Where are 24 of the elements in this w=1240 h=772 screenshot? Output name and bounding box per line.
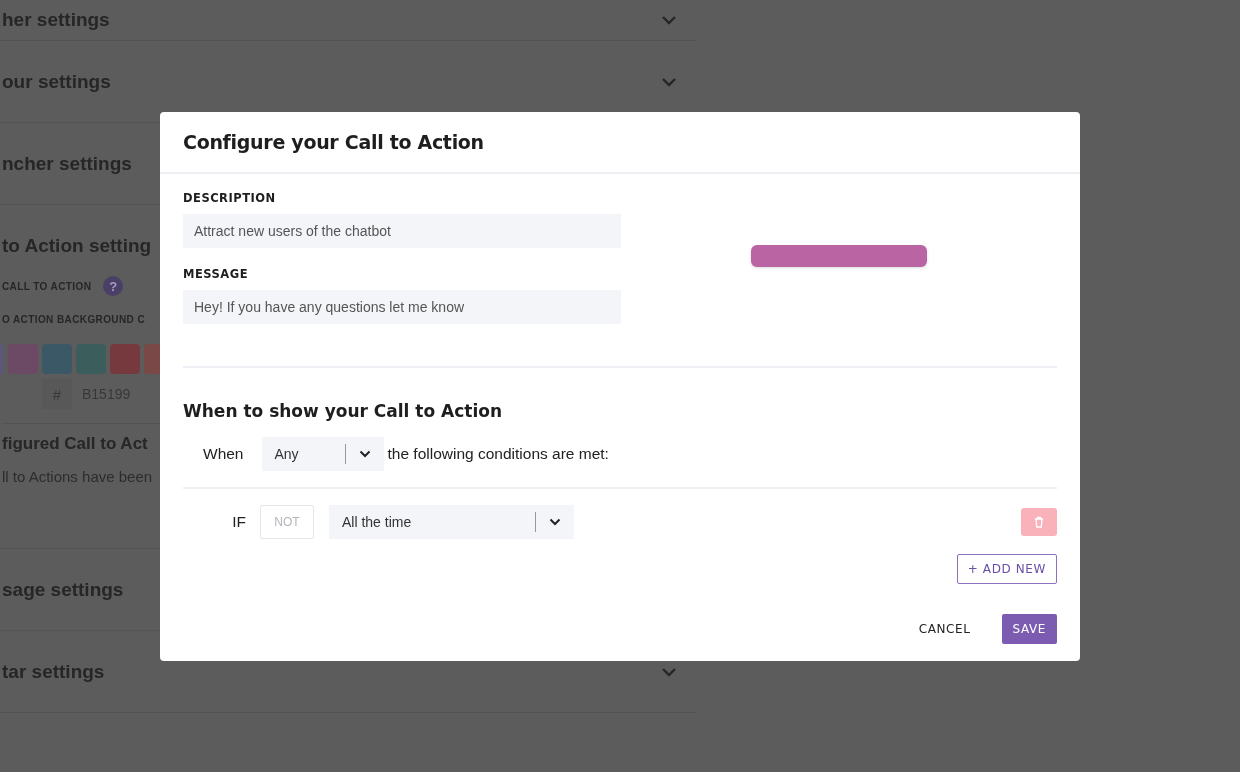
hash-prefix: # (42, 379, 72, 409)
chevron-down-icon[interactable] (358, 450, 371, 458)
color-swatch[interactable] (76, 344, 106, 374)
color-swatch[interactable] (110, 344, 140, 374)
add-new-button[interactable]: + ADD NEW (956, 554, 1057, 584)
if-label: IF (231, 513, 247, 531)
text-field[interactable]: Attract new users of the chatbot (183, 214, 621, 248)
cancel-button[interactable]: CANCEL (907, 614, 982, 644)
section-title: When to show your Call to Action (183, 401, 504, 421)
dialog-title: Configure your Call to Action (183, 131, 484, 153)
condition-text: the following conditions are met: (387, 445, 609, 463)
text-field[interactable]: Hey! If you have any questions let me know (183, 290, 621, 324)
trash-icon (1034, 516, 1044, 528)
color-swatch[interactable] (42, 344, 72, 374)
condition-select[interactable]: All the time (329, 505, 574, 539)
chevron-down-icon[interactable] (549, 518, 561, 526)
match-select[interactable]: Any (261, 437, 384, 471)
when-label: When (203, 445, 244, 463)
field-label: DESCRIPTION (183, 191, 277, 205)
save-button[interactable]: SAVE (1001, 614, 1057, 644)
field-label: MESSAGE (183, 267, 250, 281)
not-toggle[interactable]: NOT (260, 505, 314, 539)
delete-button[interactable] (1021, 508, 1057, 536)
help-icon[interactable]: ? (103, 276, 124, 296)
